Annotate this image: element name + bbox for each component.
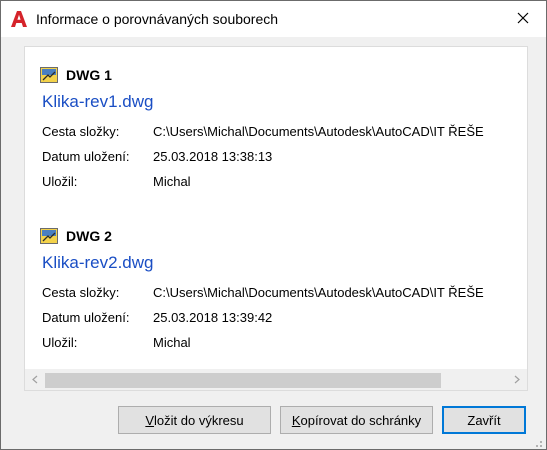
dwg-file-icon [40, 67, 58, 83]
path-label: Cesta složky: [42, 124, 120, 139]
dwg-file-name[interactable]: Klika-rev2.dwg [42, 253, 154, 273]
close-button[interactable] [500, 1, 546, 37]
file-info-panel: DWG 1 Klika-rev1.dwg Cesta složky: C:\Us… [24, 46, 528, 391]
close-dialog-button[interactable]: Zavřít [442, 406, 526, 434]
copy-to-clipboard-button[interactable]: Kopírovat do schránky [280, 406, 433, 434]
horizontal-scrollbar[interactable] [25, 369, 527, 390]
path-label: Cesta složky: [42, 285, 120, 300]
scroll-left-button[interactable] [25, 370, 45, 390]
dwg-title: DWG 2 [66, 228, 112, 244]
saved-by-label: Uložil: [42, 335, 78, 350]
path-value: C:\Users\Michal\Documents\Autodesk\AutoC… [153, 285, 484, 300]
scroll-right-button[interactable] [507, 370, 527, 390]
dialog-window: Informace o porovnávaných souborech DWG … [0, 0, 547, 450]
file-info-content: DWG 1 Klika-rev1.dwg Cesta složky: C:\Us… [25, 47, 527, 369]
dwg-file-icon [40, 228, 58, 244]
saved-date-label: Datum uložení: [42, 149, 130, 164]
resize-grip-icon[interactable] [533, 436, 543, 447]
saved-date-value: 25.03.2018 13:38:13 [153, 149, 273, 164]
insert-into-drawing-button[interactable]: Vložit do výkresu [118, 406, 271, 434]
saved-by-value: Michal [153, 335, 191, 350]
saved-by-value: Michal [153, 174, 191, 189]
title-bar: Informace o porovnávaných souborech [1, 1, 546, 37]
close-icon [517, 12, 529, 27]
insert-button-label: Vložit do výkresu [145, 412, 244, 428]
window-title: Informace o porovnávaných souborech [36, 11, 279, 27]
autocad-logo-icon [9, 9, 29, 29]
copy-button-label: Kopírovat do schránky [291, 412, 422, 428]
saved-by-label: Uložil: [42, 174, 78, 189]
dwg-header: DWG 1 [40, 65, 112, 85]
dwg-title: DWG 1 [66, 67, 112, 83]
dwg-header: DWG 2 [40, 226, 112, 246]
saved-date-label: Datum uložení: [42, 310, 130, 325]
chevron-right-icon [514, 375, 520, 387]
chevron-left-icon [32, 375, 38, 387]
saved-date-value: 25.03.2018 13:39:42 [153, 310, 273, 325]
dwg-file-name[interactable]: Klika-rev1.dwg [42, 92, 154, 112]
path-value: C:\Users\Michal\Documents\Autodesk\AutoC… [153, 124, 484, 139]
scrollbar-thumb[interactable] [45, 373, 441, 388]
